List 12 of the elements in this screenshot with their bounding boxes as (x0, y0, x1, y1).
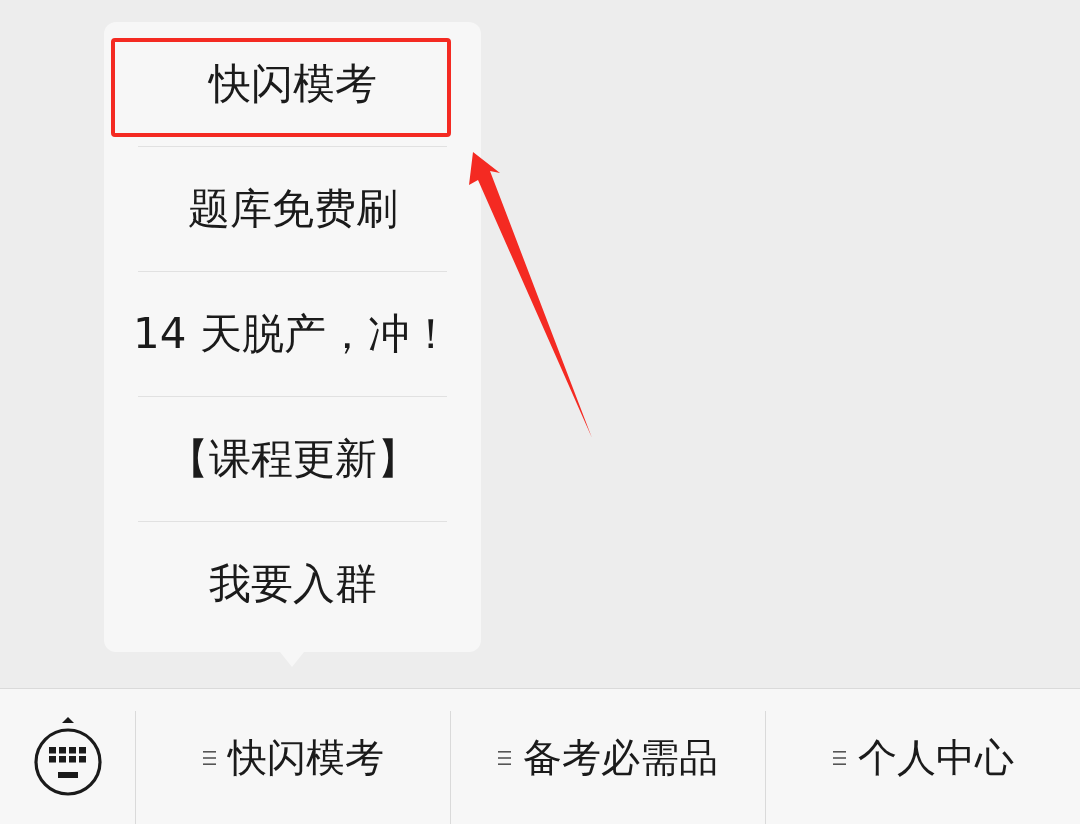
menu-lines-icon (832, 750, 846, 765)
menu-item[interactable]: 快闪模考 (104, 22, 481, 146)
menu-item[interactable]: 题库免费刷 (104, 147, 481, 271)
menu-bar-button[interactable]: 个人中心 (765, 711, 1080, 824)
menu-item[interactable]: 我要入群 (104, 522, 481, 646)
menu-lines-icon (498, 750, 511, 765)
menu-item[interactable]: 【课程更新】 (104, 397, 481, 521)
menu-bar-button[interactable]: 备考必需品 (450, 711, 765, 824)
menu-bar-button[interactable]: 快闪模考 (135, 711, 450, 824)
menu-lines-icon (202, 750, 216, 765)
keyboard-icon (31, 715, 104, 798)
menu-item[interactable]: 14 天脱产，冲！ (104, 272, 481, 396)
